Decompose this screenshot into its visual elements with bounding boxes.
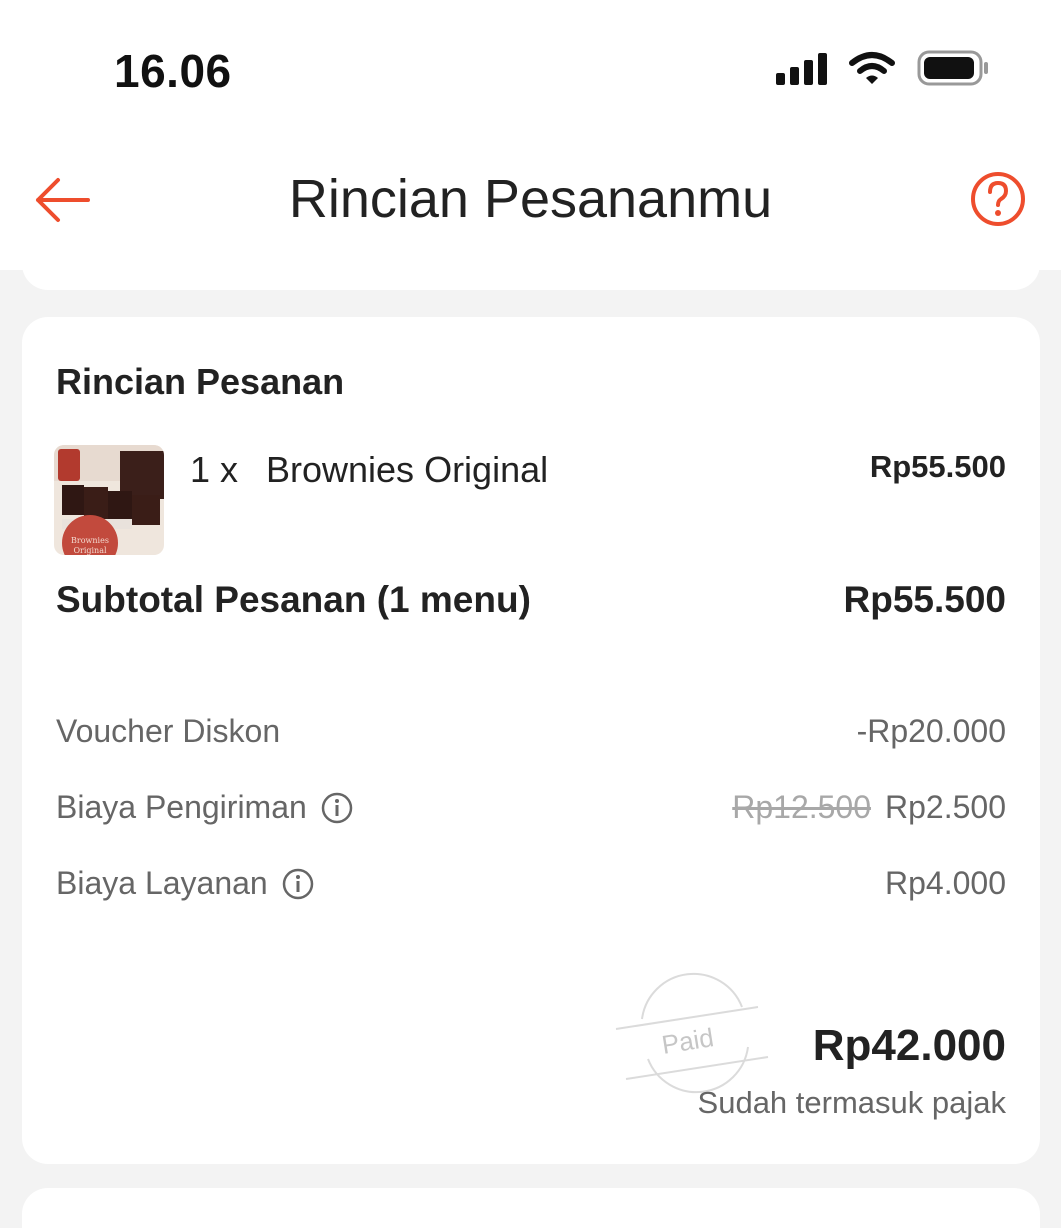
svg-text:Original: Original bbox=[73, 546, 107, 555]
next-card bbox=[22, 1188, 1040, 1228]
status-time: 16.06 bbox=[114, 45, 232, 97]
item-price: Rp55.500 bbox=[869, 449, 1006, 484]
section-title: Rincian Pesanan bbox=[56, 361, 345, 402]
paid-stamp-text: Paid bbox=[660, 1022, 716, 1060]
item-name: Brownies Original bbox=[266, 449, 549, 490]
info-icon[interactable] bbox=[321, 792, 353, 824]
subtotal-value: Rp55.500 bbox=[843, 579, 1007, 620]
shipping-discounted-price: Rp2.500 bbox=[885, 789, 1006, 825]
status-icons bbox=[776, 50, 991, 86]
question-circle-icon[interactable] bbox=[969, 170, 1027, 228]
page-title: Rincian Pesananmu bbox=[288, 169, 773, 229]
shipping-label: Biaya Pengiriman bbox=[56, 789, 353, 826]
svg-text:Brownies: Brownies bbox=[71, 536, 109, 545]
wifi-icon bbox=[849, 52, 895, 84]
total-note: Sudah termasuk pajak bbox=[697, 1085, 1006, 1120]
product-thumbnail: Brownies Original bbox=[54, 445, 164, 555]
paid-stamp: Paid bbox=[615, 972, 769, 1094]
total-value: Rp42.000 bbox=[812, 1021, 1006, 1070]
voucher-value: -Rp20.000 bbox=[856, 713, 1006, 749]
info-icon[interactable] bbox=[282, 868, 314, 900]
shipping-value: Rp12.500 Rp2.500 bbox=[732, 789, 1006, 826]
service-label-text: Biaya Layanan bbox=[56, 865, 268, 901]
previous-card bbox=[22, 250, 1040, 290]
subtotal-label: Subtotal Pesanan (1 menu) bbox=[56, 579, 531, 620]
order-details-card: Rincian Pesanan Brownies Original 1 x Br… bbox=[22, 317, 1040, 1164]
voucher-label-text: Voucher Diskon bbox=[56, 713, 281, 749]
battery-icon bbox=[917, 50, 988, 86]
voucher-label: Voucher Diskon bbox=[56, 713, 280, 750]
item-quantity: 1 x bbox=[190, 449, 239, 490]
status-bar: 16.06 bbox=[0, 0, 1061, 140]
service-value: Rp4.000 bbox=[885, 865, 1006, 901]
service-label: Biaya Layanan bbox=[56, 865, 314, 902]
cellular-signal-icon bbox=[776, 51, 827, 85]
shipping-label-text: Biaya Pengiriman bbox=[56, 789, 307, 825]
shipping-original-price: Rp12.500 bbox=[732, 789, 872, 825]
